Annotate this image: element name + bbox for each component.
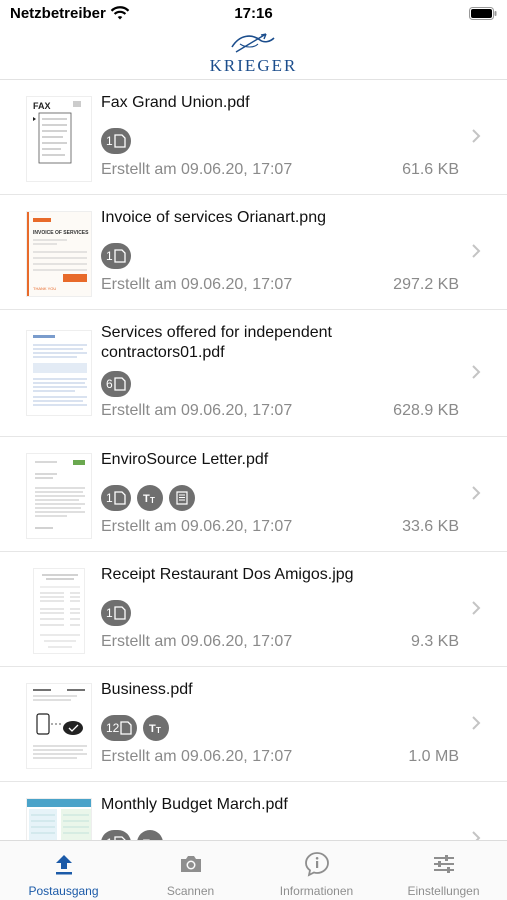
tab-postausgang[interactable]: Postausgang bbox=[0, 841, 127, 900]
document-date: Erstellt am 09.06.20, 17:07 bbox=[101, 402, 293, 419]
document-title: Receipt Restaurant Dos Amigos.jpg bbox=[101, 566, 354, 583]
svg-text:T: T bbox=[149, 723, 156, 735]
page-icon bbox=[120, 721, 133, 735]
chevron-right-icon bbox=[472, 486, 481, 500]
document-date: Erstellt am 09.06.20, 17:07 bbox=[101, 161, 293, 178]
document-thumbnail bbox=[33, 568, 85, 654]
svg-text:T: T bbox=[143, 493, 150, 505]
sliders-icon bbox=[433, 855, 454, 873]
tab-label: Einstellungen bbox=[407, 884, 480, 898]
chevron-right-icon bbox=[472, 831, 481, 840]
svg-text:T: T bbox=[150, 496, 155, 505]
svg-text:FAX: FAX bbox=[33, 101, 51, 111]
document-row[interactable]: EnviroSource Letter.pdf 1 T T Erstellt a… bbox=[0, 437, 507, 552]
page-count-badge: 1 bbox=[101, 600, 131, 626]
tab-label: Informationen bbox=[279, 884, 354, 898]
chevron-right-icon bbox=[472, 129, 481, 143]
chevron-right-icon bbox=[472, 601, 481, 615]
tab-einstellungen[interactable]: Einstellungen bbox=[380, 841, 507, 900]
app-header: KRIEGER bbox=[0, 28, 507, 80]
document-size: 297.2 KB bbox=[393, 276, 459, 293]
status-bar: Netzbetreiber 17:16 bbox=[0, 0, 507, 28]
document-badges: 1 bbox=[101, 243, 131, 269]
document-title: Monthly Budget March.pdf bbox=[101, 796, 288, 813]
document-thumbnail bbox=[26, 330, 92, 416]
document-size: 33.6 KB bbox=[402, 518, 459, 535]
tab-bar: Postausgang Scannen Informationen Einste… bbox=[0, 840, 507, 900]
upload-arrow-icon bbox=[55, 855, 72, 875]
tab-informationen[interactable]: Informationen bbox=[253, 841, 380, 900]
text-recognition-badge: T T bbox=[136, 485, 163, 511]
tab-scannen[interactable]: Scannen bbox=[127, 841, 254, 900]
document-thumbnail: FAX bbox=[26, 96, 92, 182]
svg-text:T: T bbox=[156, 726, 161, 735]
document-size: 9.3 KB bbox=[410, 633, 459, 650]
document-size: 1.0 MB bbox=[408, 748, 459, 765]
text-recognition-badge: T T bbox=[143, 715, 170, 741]
document-badges: 6 bbox=[101, 371, 131, 397]
document-title: Invoice of services Orianart.png bbox=[101, 209, 326, 226]
page-count-badge: 1 bbox=[101, 243, 131, 269]
text-recognition-icon: T T bbox=[143, 493, 155, 505]
battery-icon bbox=[469, 7, 497, 20]
page-icon bbox=[114, 377, 126, 391]
document-date: Erstellt am 09.06.20, 17:07 bbox=[101, 748, 293, 765]
page-count-badge: 1 bbox=[101, 128, 131, 154]
document-thumbnail: INVOICE OF SERVICES THANK YOU bbox=[26, 211, 92, 297]
info-icon bbox=[304, 852, 329, 877]
document-thumbnail bbox=[26, 453, 92, 539]
page-count-badge: 6 bbox=[101, 371, 131, 397]
document-row[interactable]: Monthly Budget March.pdf 1 T T bbox=[0, 782, 507, 840]
document-date: Erstellt am 09.06.20, 17:07 bbox=[101, 518, 293, 535]
svg-text:THANK YOU: THANK YOU bbox=[33, 286, 56, 291]
text-recognition-badge: T T bbox=[136, 830, 163, 840]
document-badges: 1 bbox=[101, 600, 131, 626]
document-row[interactable]: Receipt Restaurant Dos Amigos.jpg 1 Erst… bbox=[0, 552, 507, 667]
ocr-document-badge bbox=[168, 485, 195, 511]
page-icon bbox=[114, 134, 126, 148]
chevron-right-icon bbox=[472, 244, 481, 258]
document-title: Business.pdf bbox=[101, 681, 193, 698]
document-size: 628.9 KB bbox=[393, 402, 459, 419]
ocr-document-icon bbox=[176, 491, 188, 505]
document-row[interactable]: Services offered for independent contrac… bbox=[0, 310, 507, 437]
brand-name: KRIEGER bbox=[209, 56, 298, 75]
document-row[interactable]: INVOICE OF SERVICES THANK YOU Invoice of… bbox=[0, 195, 507, 310]
chevron-right-icon bbox=[472, 365, 481, 379]
document-badges: 1 T T bbox=[101, 830, 163, 840]
page-count-badge: 1 bbox=[101, 485, 131, 511]
document-date: Erstellt am 09.06.20, 17:07 bbox=[101, 276, 293, 293]
document-date: Erstellt am 09.06.20, 17:07 bbox=[101, 633, 293, 650]
chevron-right-icon bbox=[472, 716, 481, 730]
document-row[interactable]: FAX Fax Grand Union.pdf 1 Erstellt am 09… bbox=[0, 80, 507, 195]
document-badges: 1 T T bbox=[101, 485, 195, 511]
document-badges: 12 T T bbox=[101, 715, 170, 741]
status-time: 17:16 bbox=[234, 5, 273, 22]
document-list[interactable]: FAX Fax Grand Union.pdf 1 Erstellt am 09… bbox=[0, 80, 507, 840]
svg-text:INVOICE OF SERVICES: INVOICE OF SERVICES bbox=[33, 230, 89, 236]
document-thumbnail bbox=[26, 683, 92, 769]
krieger-logo-icon bbox=[231, 33, 275, 53]
document-title: EnviroSource Letter.pdf bbox=[101, 451, 269, 468]
document-title: Services offered for independent contrac… bbox=[101, 324, 332, 361]
tab-label: Scannen bbox=[166, 884, 215, 898]
page-count-badge: 1 bbox=[101, 830, 131, 840]
page-count-badge: 12 bbox=[101, 715, 138, 741]
document-badges: 1 bbox=[101, 128, 131, 154]
document-row[interactable]: Business.pdf 12 T T Erstellt am 09.06.20… bbox=[0, 667, 507, 782]
tab-label: Postausgang bbox=[28, 884, 99, 898]
page-icon bbox=[114, 491, 126, 505]
page-icon bbox=[114, 606, 126, 620]
document-title: Fax Grand Union.pdf bbox=[101, 94, 250, 111]
text-recognition-icon: T T bbox=[149, 723, 161, 735]
camera-icon bbox=[180, 856, 201, 872]
page-icon bbox=[114, 249, 126, 263]
document-thumbnail bbox=[26, 798, 92, 840]
document-size: 61.6 KB bbox=[402, 161, 459, 178]
